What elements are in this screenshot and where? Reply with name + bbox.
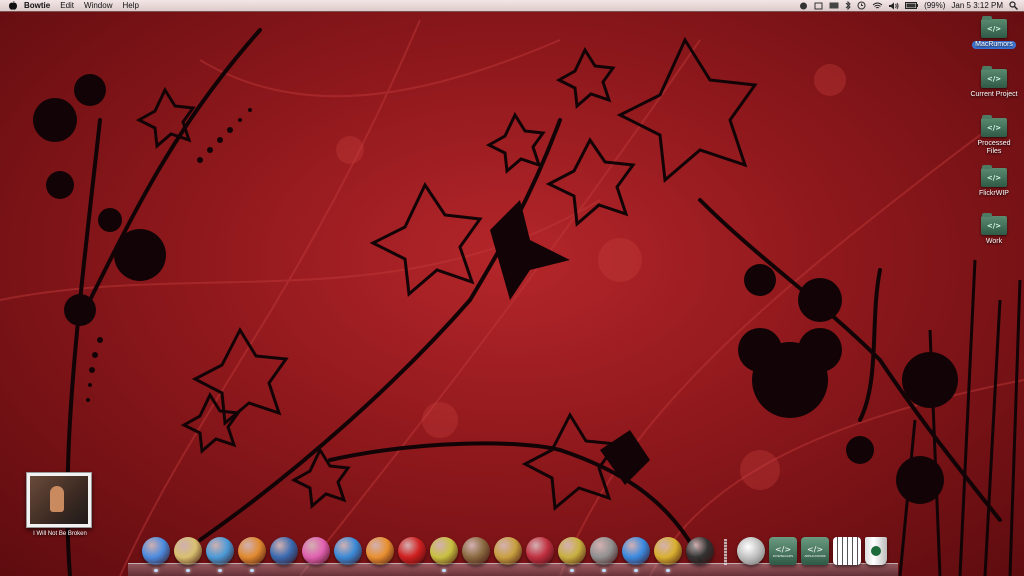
bluetooth-icon[interactable] <box>845 0 851 11</box>
desktop-wallpaper <box>0 19 1024 576</box>
status-menus: (99%) Jan 5 3:12 PM <box>799 0 1018 11</box>
lock-app-icon[interactable] <box>558 537 586 572</box>
running-indicator <box>186 569 190 572</box>
now-playing-title: I Will Not Be Broken <box>33 531 87 537</box>
volume-icon[interactable] <box>889 0 899 11</box>
blue-app-icon[interactable] <box>622 537 650 572</box>
menu-help[interactable]: Help <box>122 0 138 11</box>
mail-stamp-icon[interactable] <box>270 537 298 565</box>
trash-logo-icon <box>871 546 881 556</box>
apple-menu-icon[interactable] <box>8 1 18 11</box>
app-menu[interactable]: Bowtie <box>24 0 50 11</box>
desktop-icon-macrumors[interactable]: </> MacRumors <box>967 16 1021 49</box>
folder-glyph-icon: </> <box>774 544 792 554</box>
battery-icon[interactable] <box>905 0 919 11</box>
pencil-app-icon[interactable] <box>494 537 522 565</box>
dock-separator <box>724 539 727 565</box>
camera-app-icon[interactable] <box>686 537 714 565</box>
dock-items: </> DOWNLOADS </> APPLICATIONS <box>142 537 887 572</box>
menu-window[interactable]: Window <box>84 0 112 11</box>
folder-yellow-icon[interactable] <box>654 537 682 572</box>
desktop-icon-label: Processed Files <box>977 140 1011 155</box>
spring-app-icon[interactable] <box>737 537 765 565</box>
folder-glyph-icon: </> <box>806 544 824 554</box>
album-art-widget[interactable] <box>26 472 92 528</box>
display-icon[interactable] <box>829 0 839 11</box>
running-indicator <box>634 569 638 572</box>
folder-icon: </> <box>981 115 1007 137</box>
running-indicator <box>666 569 670 572</box>
menu-clock[interactable]: Jan 5 3:12 PM <box>951 0 1003 11</box>
downloads-stack-icon[interactable]: </> DOWNLOADS <box>769 537 797 565</box>
time-machine-icon[interactable] <box>857 0 866 11</box>
menu-edit[interactable]: Edit <box>60 0 74 11</box>
stack-caption: DOWNLOADS <box>772 553 794 558</box>
acrobat-icon[interactable] <box>398 537 426 565</box>
desktop-icon-label: FlickrWIP <box>979 190 1009 197</box>
growl-icon[interactable] <box>799 0 808 11</box>
desktop-icon-processed-files[interactable]: </> Processed Files <box>967 115 1021 156</box>
desktop-icon-label: Work <box>985 238 1003 245</box>
flower-app-icon[interactable] <box>366 537 394 565</box>
folder-icon: </> <box>981 16 1007 38</box>
desktop-icon-current-project[interactable]: </> Current Project <box>967 66 1021 99</box>
album-cover <box>30 476 88 524</box>
dock: </> DOWNLOADS </> APPLICATIONS <box>128 533 898 576</box>
running-indicator <box>250 569 254 572</box>
applications-stack-icon[interactable]: </> APPLICATIONS <box>801 537 829 565</box>
speaker-app-icon[interactable] <box>590 537 618 572</box>
music-icon[interactable] <box>814 0 823 11</box>
bug-app-icon[interactable] <box>526 537 554 565</box>
wifi-icon[interactable] <box>872 0 883 11</box>
desktop-icon-flickrwip[interactable]: </> FlickrWIP <box>967 165 1021 198</box>
desktop-icon-label: MacRumors <box>972 41 1016 49</box>
running-indicator <box>154 569 158 572</box>
stack-caption: APPLICATIONS <box>804 553 826 558</box>
finder-icon[interactable] <box>142 537 170 572</box>
running-indicator <box>218 569 222 572</box>
folder-icon: </> <box>981 165 1007 187</box>
desktop-icon-work[interactable]: </> Work <box>967 213 1021 246</box>
desktop-icon-label: Current Project <box>970 91 1018 98</box>
folder-icon: </> <box>981 66 1007 88</box>
folder-icon: </> <box>981 213 1007 235</box>
spotlight-icon[interactable] <box>1009 0 1018 11</box>
battery-percent: (99%) <box>924 1 946 10</box>
trash-icon[interactable] <box>865 537 887 565</box>
menu-bar: Bowtie Edit Window Help (99%) Jan 5 3:12… <box>0 0 1024 12</box>
bluebar-app-icon[interactable] <box>334 537 362 565</box>
ball-app-icon[interactable] <box>430 537 458 572</box>
running-indicator <box>602 569 606 572</box>
running-indicator <box>570 569 574 572</box>
photoshop-icon[interactable] <box>238 537 266 572</box>
calendar-grid-icon[interactable] <box>833 537 861 565</box>
pink-app-icon[interactable] <box>302 537 330 565</box>
safari-icon[interactable] <box>206 537 234 572</box>
running-indicator <box>442 569 446 572</box>
itunes-icon[interactable] <box>174 537 202 572</box>
notepad-icon[interactable] <box>462 537 490 565</box>
